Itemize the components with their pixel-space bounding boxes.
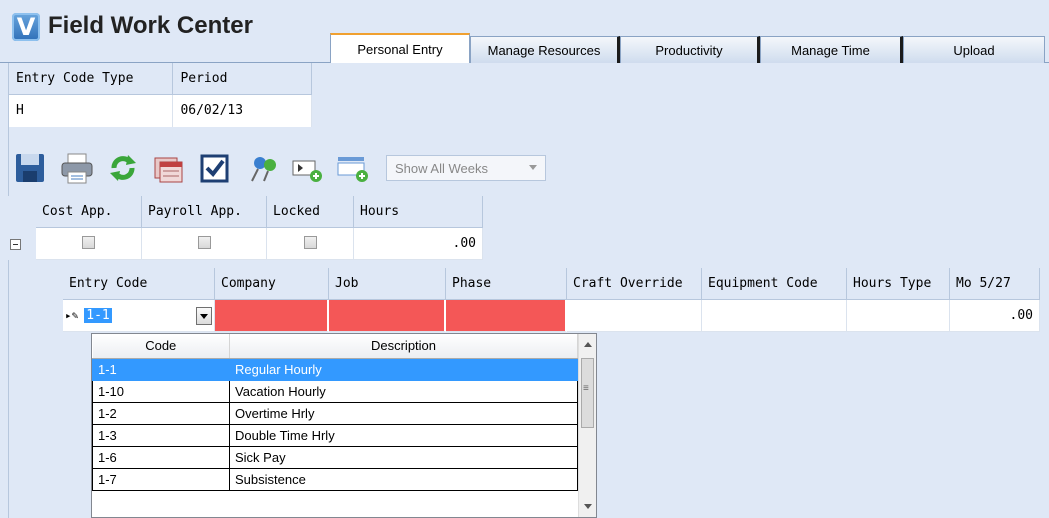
week-filter-select[interactable]: Show All Weeks xyxy=(386,155,546,181)
list-item-description: Double Time Hrly xyxy=(229,423,578,447)
payroll-app-checkbox[interactable] xyxy=(197,236,211,249)
cost-app-header: Cost App. xyxy=(36,196,142,228)
period-field[interactable]: 06/02/13 xyxy=(173,95,312,127)
dropdown-scrollbar[interactable] xyxy=(578,334,596,517)
job-header: Job xyxy=(329,268,446,300)
mo-header: Mo 5/27 xyxy=(950,268,1040,300)
list-item-code: 1-2 xyxy=(92,401,230,425)
entry-code-dropdown-list: Code Description 1-1 Regular Hourly 1-10 V… xyxy=(91,333,597,518)
company-cell[interactable] xyxy=(215,300,329,332)
refresh-icon[interactable] xyxy=(106,151,140,185)
entry-code-value[interactable]: 1-1 xyxy=(84,308,112,323)
checkbox-icon[interactable] xyxy=(198,151,232,185)
edit-pencil-icon: ▸✎ xyxy=(65,309,79,322)
list-item-description: Regular Hourly xyxy=(229,357,578,381)
payroll-app-cell xyxy=(142,228,267,260)
equipment-code-header: Equipment Code xyxy=(702,268,847,300)
toolbar: Show All Weeks xyxy=(14,148,546,188)
app-logo: V xyxy=(12,13,40,41)
dropdown-code-header: Code xyxy=(92,334,230,359)
list-item[interactable]: 1-7 Subsistence xyxy=(92,467,578,491)
list-item-description: Vacation Hourly xyxy=(229,379,578,403)
entry-code-type-header: Entry Code Type xyxy=(9,63,174,95)
hours-header: Hours xyxy=(354,196,483,228)
calendar-icon[interactable] xyxy=(152,151,186,185)
list-item-code: 1-1 xyxy=(92,357,230,381)
tab-upload[interactable]: Upload xyxy=(903,36,1045,63)
list-item[interactable]: 1-1 Regular Hourly xyxy=(92,357,578,381)
entry-code-type-field[interactable]: H xyxy=(9,95,174,127)
add-column-icon[interactable] xyxy=(336,151,370,185)
add-row-icon[interactable] xyxy=(290,151,324,185)
list-item[interactable]: 1-2 Overtime Hrly xyxy=(92,401,578,425)
phase-header: Phase xyxy=(446,268,567,300)
summary-grid: Cost App. Payroll App. Locked Hours .00 xyxy=(8,196,483,260)
scroll-thumb[interactable] xyxy=(581,358,594,428)
entry-code-dropdown-button[interactable] xyxy=(196,307,212,325)
left-rail xyxy=(8,63,9,518)
locked-checkbox[interactable] xyxy=(303,236,317,249)
app-title: Field Work Center xyxy=(48,12,253,39)
summary-header-spacer xyxy=(8,196,36,228)
detail-grid: Entry Code Company Job Phase Craft Overr… xyxy=(63,268,1049,332)
collapse-icon xyxy=(10,239,21,250)
mo-cell[interactable]: .00 xyxy=(950,300,1040,332)
main-tabs: Personal Entry Manage Resources Producti… xyxy=(330,33,1045,63)
list-item[interactable]: 1-6 Sick Pay xyxy=(92,445,578,469)
tab-productivity[interactable]: Productivity xyxy=(620,36,760,63)
save-icon[interactable] xyxy=(14,151,48,185)
craft-override-header: Craft Override xyxy=(567,268,702,300)
list-item-description: Sick Pay xyxy=(229,445,578,469)
entry-code-header: Entry Code xyxy=(63,268,215,300)
list-item-description: Overtime Hrly xyxy=(229,401,578,425)
list-item[interactable]: 1-3 Double Time Hrly xyxy=(92,423,578,447)
scroll-up-icon[interactable] xyxy=(584,342,592,347)
hours-type-cell[interactable] xyxy=(847,300,950,332)
list-item-code: 1-6 xyxy=(92,445,230,469)
print-icon[interactable] xyxy=(60,151,94,185)
tab-manage-time[interactable]: Manage Time xyxy=(760,36,903,63)
entry-code-input[interactable]: ▸✎ 1-1 xyxy=(63,300,215,332)
scroll-down-icon[interactable] xyxy=(584,504,592,509)
list-item-code: 1-7 xyxy=(92,467,230,491)
list-item-code: 1-10 xyxy=(92,379,230,403)
locked-header: Locked xyxy=(267,196,354,228)
equipment-code-cell[interactable] xyxy=(702,300,847,332)
tab-personal-entry[interactable]: Personal Entry xyxy=(330,33,470,63)
phase-cell[interactable] xyxy=(446,300,567,332)
company-header: Company xyxy=(215,268,329,300)
cost-app-cell xyxy=(36,228,142,260)
locked-cell xyxy=(267,228,354,260)
pin-icon[interactable] xyxy=(244,151,278,185)
tab-manage-resources[interactable]: Manage Resources xyxy=(470,36,620,63)
period-header: Period xyxy=(173,63,312,95)
payroll-app-header: Payroll App. xyxy=(142,196,267,228)
dropdown-description-header: Description xyxy=(229,334,578,359)
list-item[interactable]: 1-10 Vacation Hourly xyxy=(92,379,578,403)
hours-value: .00 xyxy=(354,228,483,260)
craft-override-cell[interactable] xyxy=(567,300,702,332)
hours-type-header: Hours Type xyxy=(847,268,950,300)
list-item-description: Subsistence xyxy=(229,467,578,491)
list-item-code: 1-3 xyxy=(92,423,230,447)
collapse-toggle[interactable] xyxy=(8,228,36,260)
cost-app-checkbox[interactable] xyxy=(82,236,95,249)
job-cell[interactable] xyxy=(329,300,446,332)
chevron-down-icon xyxy=(529,165,537,170)
week-filter-value: Show All Weeks xyxy=(395,161,488,176)
filter-grid: Entry Code Type Period H 06/02/13 xyxy=(8,63,312,127)
